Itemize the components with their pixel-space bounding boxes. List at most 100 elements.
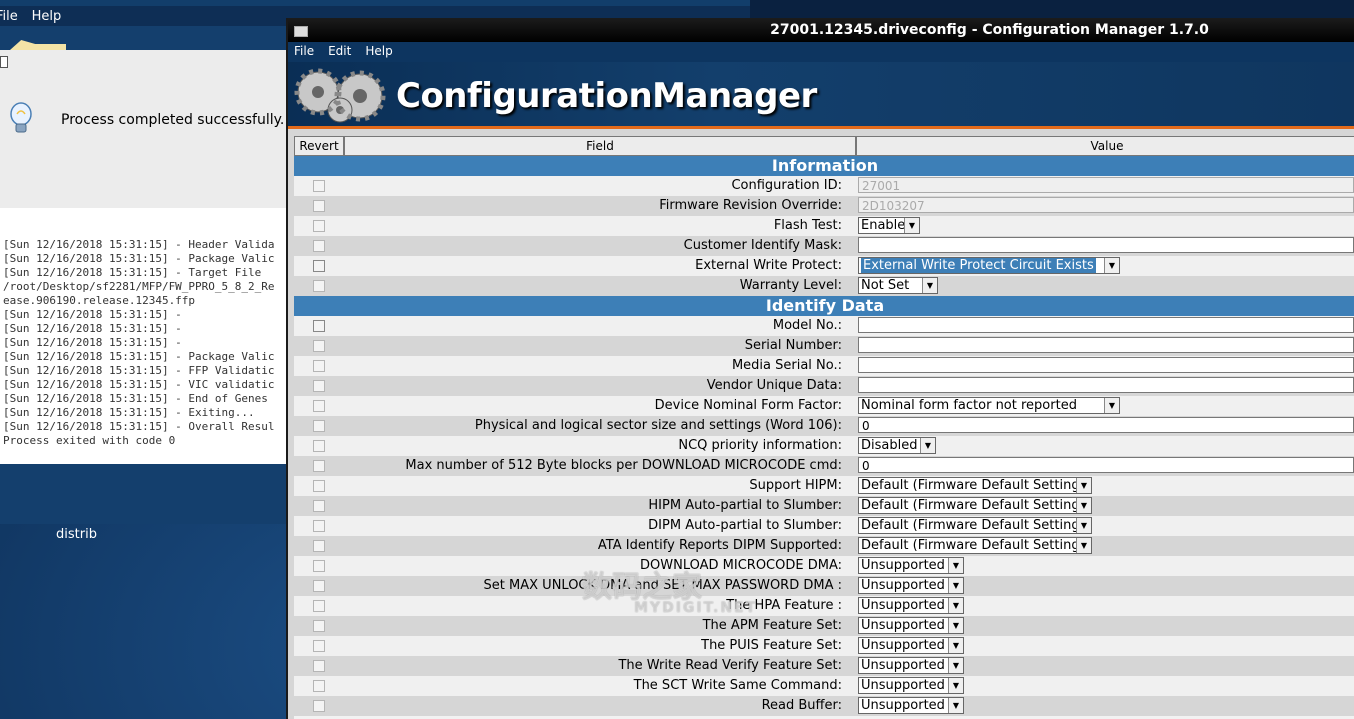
revert-checkbox[interactable]: [313, 380, 325, 392]
value-text-field: 2D103207: [858, 197, 1354, 213]
value-dropdown[interactable]: Not Set ▼: [858, 277, 938, 294]
chevron-down-icon[interactable]: ▼: [948, 598, 963, 613]
value-dropdown[interactable]: Unsupported ▼: [858, 677, 964, 694]
window-icon: [0, 56, 8, 68]
table-row: DOWNLOAD MICROCODE DMA: Unsupported ▼: [294, 556, 1354, 576]
value-text-field[interactable]: 0: [858, 417, 1354, 433]
revert-checkbox[interactable]: [313, 540, 325, 552]
revert-checkbox[interactable]: [313, 260, 325, 272]
value-dropdown[interactable]: Unsupported ▼: [858, 597, 964, 614]
dropdown-selected-value: Default (Firmware Default Setting): [861, 478, 1085, 493]
revert-checkbox[interactable]: [313, 180, 325, 192]
chevron-down-icon[interactable]: ▼: [1076, 478, 1091, 493]
chevron-down-icon[interactable]: ▼: [948, 698, 963, 713]
revert-checkbox[interactable]: [313, 360, 325, 372]
value-dropdown[interactable]: Default (Firmware Default Setting) ▼: [858, 477, 1092, 494]
revert-checkbox[interactable]: [313, 600, 325, 612]
desktop-icon-label[interactable]: distrib: [56, 527, 97, 542]
table-row: Support HIPM: Default (Firmware Default S…: [294, 476, 1354, 496]
bg-menu-file[interactable]: File: [0, 6, 24, 24]
revert-checkbox[interactable]: [313, 280, 325, 292]
chevron-down-icon[interactable]: ▼: [1104, 398, 1119, 413]
chevron-down-icon[interactable]: ▼: [922, 278, 937, 293]
table-row: Device Nominal Form Factor: Nominal form …: [294, 396, 1354, 416]
revert-checkbox[interactable]: [313, 560, 325, 572]
value-dropdown[interactable]: Unsupported ▼: [858, 617, 964, 634]
table-row: HIPM Auto-partial to Slumber: Default (Fi…: [294, 496, 1354, 516]
value-dropdown[interactable]: Enable ▼: [858, 217, 920, 234]
dropdown-selected-value: Unsupported: [861, 658, 945, 673]
table-row: Customer Identify Mask:: [294, 236, 1354, 256]
revert-checkbox[interactable]: [313, 200, 325, 212]
chevron-down-icon[interactable]: ▼: [1076, 498, 1091, 513]
value-dropdown[interactable]: Disabled ▼: [858, 437, 936, 454]
revert-checkbox[interactable]: [313, 500, 325, 512]
value-dropdown[interactable]: Default (Firmware Default Setting) ▼: [858, 537, 1092, 554]
revert-checkbox[interactable]: [313, 640, 325, 652]
value-dropdown[interactable]: Default (Firmware Default Setting) ▼: [858, 517, 1092, 534]
value-dropdown[interactable]: Unsupported ▼: [858, 557, 964, 574]
revert-checkbox[interactable]: [313, 460, 325, 472]
field-label: External Write Protect:: [695, 258, 842, 273]
chevron-down-icon[interactable]: ▼: [948, 558, 963, 573]
title-bar[interactable]: 27001.12345.driveconfig - Configuration …: [288, 18, 1354, 42]
revert-checkbox[interactable]: [313, 660, 325, 672]
chevron-down-icon[interactable]: ▼: [948, 578, 963, 593]
value-text-field[interactable]: [858, 357, 1354, 373]
chevron-down-icon[interactable]: ▼: [904, 218, 919, 233]
bg-menu-help[interactable]: Help: [32, 6, 68, 24]
field-label: DIPM Auto-partial to Slumber:: [648, 518, 842, 533]
field-label: Serial Number:: [744, 338, 842, 353]
value-dropdown[interactable]: External Write Protect Circuit Exists ▼: [858, 257, 1120, 274]
menubar: File Edit Help: [288, 42, 1354, 62]
field-column-header[interactable]: Field: [344, 136, 856, 156]
log-line: [Sun 12/16/2018 15:31:15] - Header Valid…: [3, 238, 275, 251]
revert-checkbox[interactable]: [313, 240, 325, 252]
value-text-field[interactable]: 0: [858, 457, 1354, 473]
revert-checkbox[interactable]: [313, 440, 325, 452]
field-label: Configuration ID:: [731, 178, 842, 193]
dropdown-selected-value: Nominal form factor not reported: [861, 398, 1077, 413]
value-dropdown[interactable]: Unsupported ▼: [858, 657, 964, 674]
chevron-down-icon[interactable]: ▼: [1076, 518, 1091, 533]
field-label: Model No.:: [772, 318, 842, 333]
revert-checkbox[interactable]: [313, 480, 325, 492]
menu-file[interactable]: File: [288, 42, 322, 58]
revert-checkbox[interactable]: [313, 420, 325, 432]
menu-edit[interactable]: Edit: [322, 42, 359, 58]
value-text-field[interactable]: [858, 317, 1354, 333]
value-column-header[interactable]: Value: [856, 136, 1354, 156]
value-dropdown[interactable]: Default (Firmware Default Setting) ▼: [858, 497, 1092, 514]
revert-checkbox[interactable]: [313, 620, 325, 632]
revert-checkbox[interactable]: [313, 520, 325, 532]
field-label: Customer Identify Mask:: [683, 238, 842, 253]
menu-help[interactable]: Help: [359, 42, 400, 58]
value-text-field[interactable]: [858, 237, 1354, 253]
table-row: ATA Identify Reports DIPM Supported: Defa…: [294, 536, 1354, 556]
revert-checkbox[interactable]: [313, 580, 325, 592]
chevron-down-icon[interactable]: ▼: [920, 438, 935, 453]
revert-checkbox[interactable]: [313, 220, 325, 232]
chevron-down-icon[interactable]: ▼: [948, 638, 963, 653]
revert-checkbox[interactable]: [313, 320, 325, 332]
value-text-field[interactable]: [858, 337, 1354, 353]
revert-checkbox[interactable]: [313, 400, 325, 412]
revert-column-header[interactable]: Revert: [294, 136, 344, 156]
field-label: Support HIPM:: [749, 478, 842, 493]
value-dropdown[interactable]: Nominal form factor not reported ▼: [858, 397, 1120, 414]
value-dropdown[interactable]: Unsupported ▼: [858, 637, 964, 654]
revert-checkbox[interactable]: [313, 700, 325, 712]
revert-checkbox[interactable]: [313, 340, 325, 352]
value-dropdown[interactable]: Unsupported ▼: [858, 697, 964, 714]
chevron-down-icon[interactable]: ▼: [1076, 538, 1091, 553]
value-dropdown[interactable]: Unsupported ▼: [858, 577, 964, 594]
chevron-down-icon[interactable]: ▼: [948, 618, 963, 633]
chevron-down-icon[interactable]: ▼: [1104, 258, 1119, 273]
revert-checkbox[interactable]: [313, 680, 325, 692]
table-row: The SCT Write Same Command: Unsupported ▼: [294, 676, 1354, 696]
chevron-down-icon[interactable]: ▼: [948, 678, 963, 693]
chevron-down-icon[interactable]: ▼: [948, 658, 963, 673]
log-line: [Sun 12/16/2018 15:31:15] - Package Vali…: [3, 350, 275, 363]
field-label: Max number of 512 Byte blocks per DOWNLO…: [405, 458, 842, 473]
value-text-field[interactable]: [858, 377, 1354, 393]
